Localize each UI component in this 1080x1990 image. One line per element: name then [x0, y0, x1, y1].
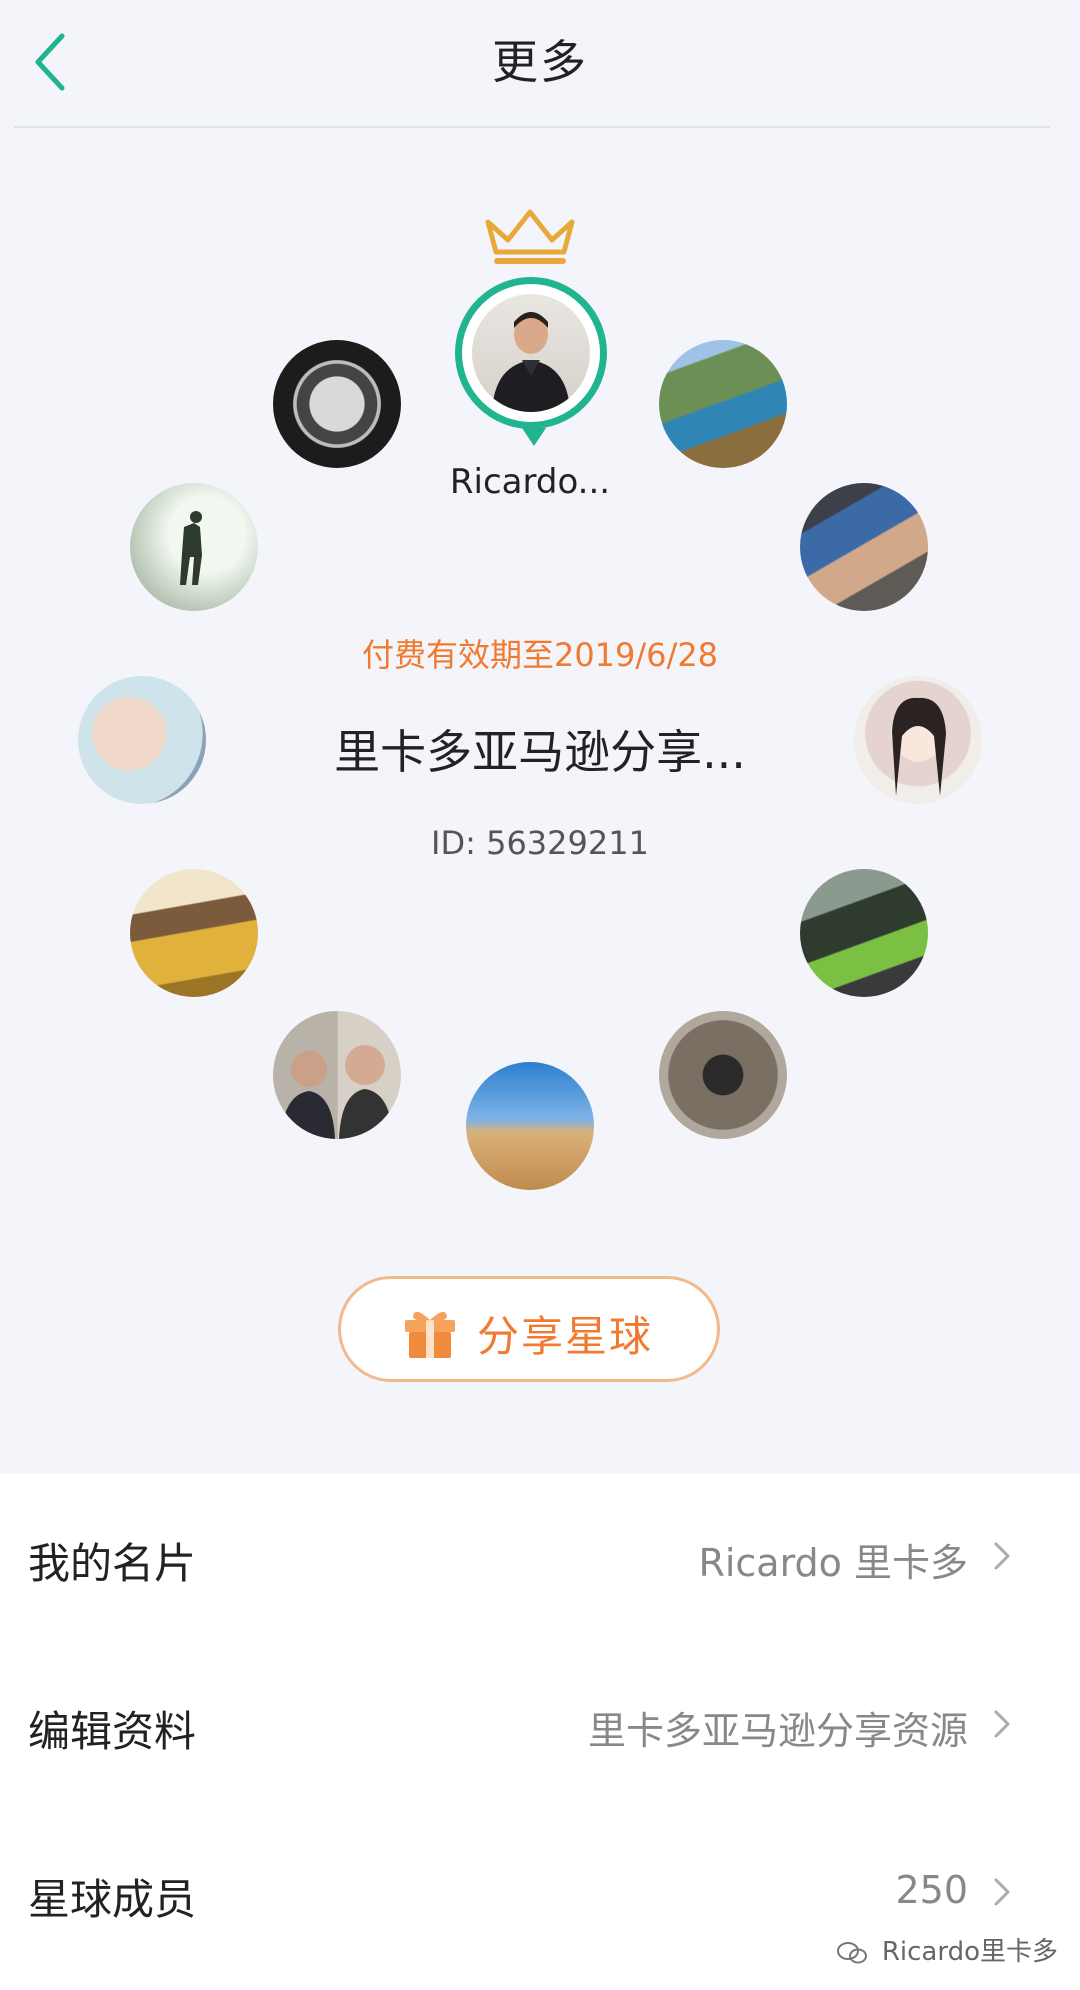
member-avatar[interactable]: [130, 869, 258, 997]
row-label: 编辑资料: [28, 1707, 197, 1756]
chevron-right-icon: [994, 1710, 1010, 1738]
watermark-text: Ricardo里卡多: [881, 1937, 1058, 1967]
share-group-label: 分享星球: [477, 1312, 654, 1361]
row-label: 星球成员: [28, 1875, 197, 1924]
group-name: 里卡多亚马逊分享...: [334, 725, 746, 779]
row-my-card[interactable]: 我的名片 Ricardo 里卡多: [0, 1474, 1080, 1642]
chevron-right-icon: [994, 1878, 1010, 1906]
row-edit-profile[interactable]: 编辑资料 里卡多亚马逊分享资源: [0, 1642, 1080, 1810]
crown-icon: [485, 209, 575, 264]
row-value: 里卡多亚马逊分享资源: [587, 1709, 968, 1753]
header-divider: [14, 126, 1050, 128]
membership-expiry: 付费有效期至2019/6/28: [361, 636, 719, 674]
owner-avatar[interactable]: [455, 277, 607, 446]
member-avatar[interactable]: [130, 483, 258, 611]
member-avatar[interactable]: [800, 483, 928, 611]
watermark: Ricardo里卡多: [836, 1931, 1058, 1968]
owner-name: Ricardo...: [449, 462, 611, 502]
row-label: 我的名片: [28, 1539, 197, 1588]
member-avatar[interactable]: [659, 1011, 787, 1139]
wechat-icon: [836, 1941, 867, 1963]
member-avatar[interactable]: [659, 340, 787, 468]
member-avatar[interactable]: [466, 1062, 594, 1190]
row-value: 250: [895, 1868, 968, 1912]
member-avatar[interactable]: [800, 869, 928, 997]
page-title: 更多: [492, 35, 588, 89]
group-id: ID: 56329211: [431, 824, 649, 862]
owner-photo: [472, 294, 590, 412]
row-value: Ricardo 里卡多: [698, 1541, 968, 1585]
chevron-right-icon: [994, 1542, 1010, 1570]
gift-icon: [405, 1311, 455, 1358]
share-group-button[interactable]: 分享星球: [338, 1276, 720, 1382]
top-bar: 更多: [0, 0, 1080, 128]
member-avatar[interactable]: [273, 1011, 401, 1139]
settings-list: 我的名片 Ricardo 里卡多 编辑资料 里卡多亚马逊分享资源 星球成员 25…: [0, 1474, 1080, 1990]
member-avatar[interactable]: [273, 340, 401, 468]
